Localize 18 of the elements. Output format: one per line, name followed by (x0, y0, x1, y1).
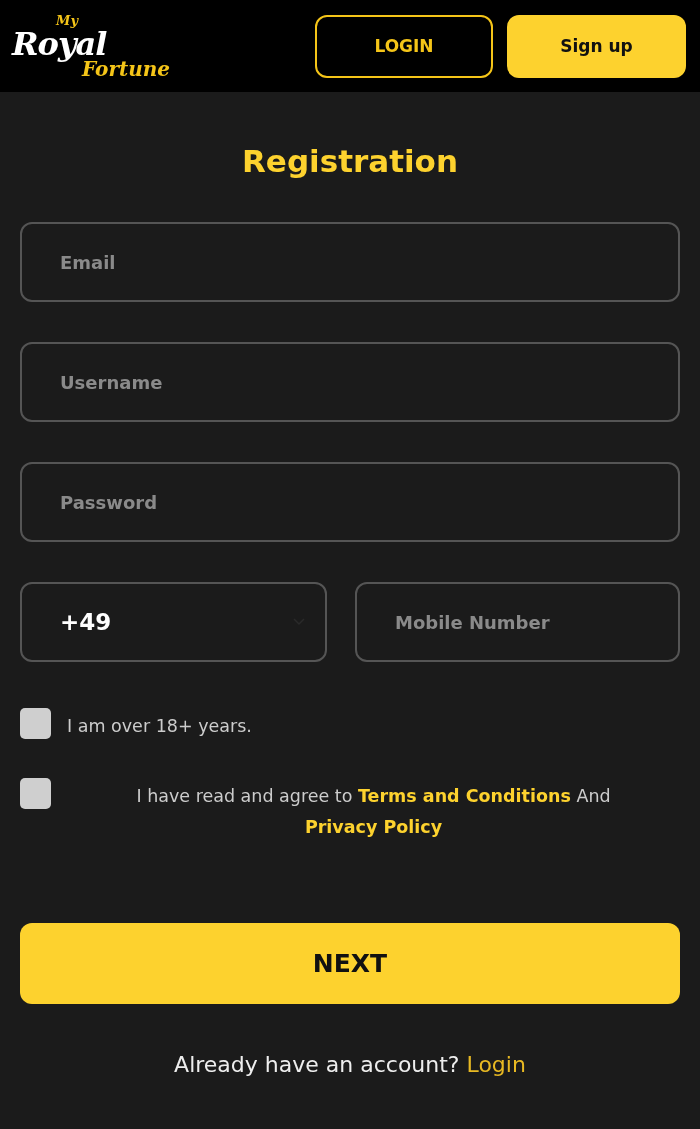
checkbox[interactable] (20, 708, 51, 739)
input-field[interactable]: Email (20, 222, 680, 302)
input-field[interactable]: Username (20, 342, 680, 422)
link[interactable]: Terms and Conditions (358, 786, 571, 806)
page-title: Registration (241, 142, 459, 181)
country-code-select[interactable]: +49 (20, 582, 327, 662)
signup-button[interactable]: Sign up (507, 14, 686, 78)
input-field[interactable]: Mobile Number (355, 582, 680, 662)
checkbox[interactable] (20, 778, 51, 809)
login-prompt: Already have an account? Login (173, 1052, 527, 1077)
link[interactable]: Privacy Policy (304, 817, 443, 837)
next-button[interactable]: NEXT (20, 923, 680, 1004)
consent-text: I am over 18+ years. (67, 715, 253, 738)
login-button[interactable]: LOGIN (315, 14, 493, 78)
login-link[interactable]: Login (466, 1052, 526, 1077)
consent-text: I have read and agree to Terms and Conditions And Privacy Policy (135, 785, 612, 839)
input-field[interactable]: Password (20, 462, 680, 542)
logo[interactable]: My Royal Fortune (12, 11, 187, 81)
